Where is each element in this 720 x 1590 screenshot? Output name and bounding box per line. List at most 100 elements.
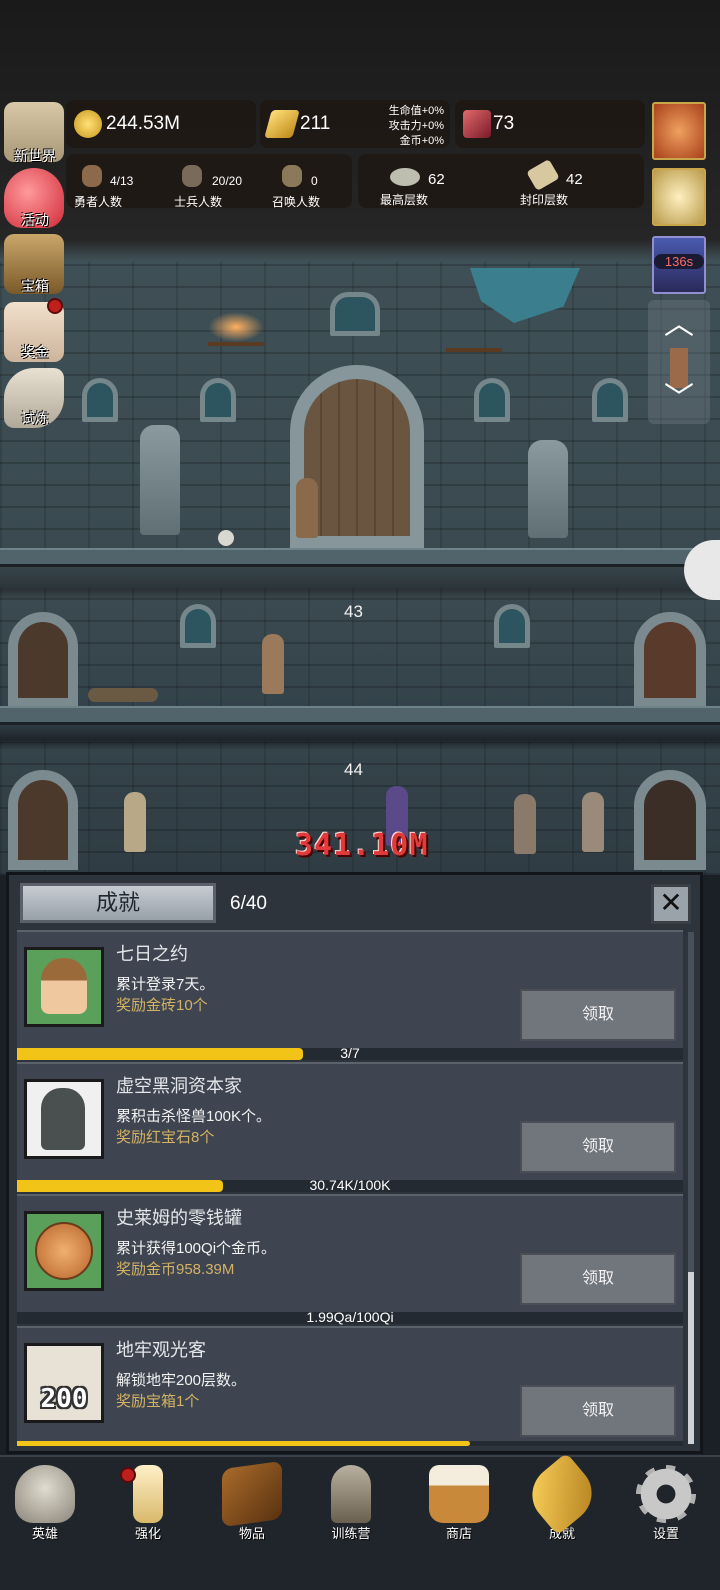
- ruby-counter: 73: [455, 100, 645, 148]
- nav-training[interactable]: 训练营: [311, 1465, 391, 1542]
- dungeon-door: [634, 612, 706, 708]
- attack-bonus: 攻击力+0%: [388, 120, 444, 132]
- bonus-label: 奖金: [21, 344, 49, 360]
- progress-bar: [17, 1441, 683, 1446]
- gold-bonus: 金币+0%: [399, 135, 444, 147]
- knight-statue: [528, 440, 568, 538]
- window: [82, 378, 118, 422]
- hero-character: [262, 634, 284, 694]
- claim-button[interactable]: 领取: [520, 1121, 676, 1173]
- hero-count-value: 4/13: [110, 174, 134, 188]
- nav-heroes[interactable]: 英雄: [5, 1465, 85, 1542]
- achievement-count: 6/40: [230, 893, 267, 914]
- gold-bar-icon: [264, 110, 300, 138]
- soldier-count-icon: [182, 165, 202, 187]
- achievement-card: 200 地牢观光客 解锁地牢200层数。 奖励宝箱1个 领取: [17, 1326, 683, 1444]
- sealed-floor-label: 封印层数: [519, 193, 568, 207]
- summon-count-value: 0: [311, 174, 318, 188]
- progress-text: 3/7: [340, 1045, 360, 1061]
- bonus-stats: 生命值+0% 攻击力+0% 金币+0%: [389, 104, 444, 149]
- progress-fill: [17, 1441, 470, 1446]
- nav-settings[interactable]: 设置: [626, 1465, 706, 1542]
- window: [330, 292, 380, 336]
- gold-coin-icon: [24, 1211, 104, 1291]
- floor-number: 43: [344, 602, 363, 621]
- achievement-desc: 累计登录7天。: [116, 976, 215, 993]
- hero-portrait-icon: [24, 947, 104, 1027]
- achievement-card: 虚空黑洞资本家 累积击杀怪兽100K个。 奖励红宝石8个 领取: [17, 1062, 683, 1180]
- sealed-floor-value: 42: [566, 171, 583, 188]
- knight-statue: [140, 425, 180, 535]
- achievement-card: 史莱姆的零钱罐 累计获得100Qi个金币。 奖励金币958.39M 领取: [17, 1194, 683, 1312]
- achievement-title: 成就: [20, 883, 216, 923]
- fallen-enemy: [88, 688, 158, 702]
- nav-label: 商店: [445, 1526, 472, 1541]
- trial-label: 试炼: [21, 410, 49, 426]
- lantern-icon: [331, 1465, 371, 1523]
- summon-count-icon: [282, 165, 302, 187]
- max-floor-label: 最高层数: [379, 193, 428, 207]
- soldier-character: [514, 794, 536, 854]
- achievement-desc: 解锁地牢200层数。: [116, 1372, 247, 1389]
- hero-count-label: 勇者人数: [73, 195, 122, 209]
- hp-bonus: 生命值+0%: [388, 105, 444, 117]
- window: [592, 378, 628, 422]
- nav-label: 设置: [652, 1526, 679, 1541]
- list-scroll-thumb[interactable]: [688, 1272, 694, 1444]
- dungeon-door: [8, 770, 78, 870]
- floor-scroller: ︿ ﹀: [648, 300, 710, 424]
- skull: [218, 530, 234, 546]
- pumpkin-item-button[interactable]: [652, 102, 706, 160]
- scroll-up-icon[interactable]: ︿: [662, 310, 696, 340]
- gear-icon: [636, 1465, 696, 1523]
- candle-icon: [133, 1465, 163, 1523]
- achievement-title-text: 虚空黑洞资本家: [116, 1076, 242, 1096]
- achievement-title-text: 史莱姆的零钱罐: [116, 1208, 242, 1228]
- scroll-down-icon[interactable]: ﹀: [662, 384, 696, 414]
- achievement-reward: 奖励宝箱1个: [116, 1393, 200, 1410]
- achievement-title-text: 地牢观光客: [116, 1340, 206, 1360]
- hero-count-icon: [82, 165, 102, 187]
- nav-label: 训练营: [331, 1526, 371, 1541]
- damage-number: 341.10M: [295, 828, 429, 863]
- soldier-character: [582, 792, 604, 852]
- progress-bar: 3/7: [17, 1045, 683, 1061]
- gold-counter: 244.53M: [66, 100, 256, 148]
- summon-count-label: 召唤人数: [271, 195, 320, 209]
- claim-button[interactable]: 领取: [520, 1385, 676, 1437]
- skeleton-enemy: [124, 792, 146, 852]
- map-scroll-icon: 200: [24, 1343, 104, 1423]
- claim-button[interactable]: 领取: [520, 989, 676, 1041]
- floor-ledge: [0, 706, 720, 725]
- candle-item-button[interactable]: [652, 168, 706, 226]
- floor-ledge: [0, 548, 720, 567]
- nav-label: 强化: [134, 1526, 161, 1541]
- chandelier: [446, 318, 502, 352]
- treasure-label: 宝箱: [21, 278, 49, 294]
- soldier-count-value: 20/20: [212, 174, 243, 188]
- achievement-reward: 奖励金砖10个: [116, 997, 208, 1014]
- hero-character: [296, 478, 318, 538]
- floor-number: 44: [344, 760, 363, 779]
- achievement-title-text: 七日之约: [116, 944, 188, 964]
- nav-shop[interactable]: 商店: [419, 1465, 499, 1542]
- gold-value: 244.53M: [106, 113, 180, 134]
- achievement-desc: 累计获得100Qi个金币。: [116, 1240, 277, 1257]
- soldier-count-label: 士兵人数: [173, 195, 222, 209]
- beer-mug-icon: [429, 1465, 489, 1523]
- event-label: 活动: [21, 212, 49, 228]
- ruby-icon: [463, 110, 491, 138]
- close-icon[interactable]: ✕: [651, 884, 691, 924]
- achievement-card: 七日之约 累计登录7天。 奖励金砖10个 领取: [17, 930, 683, 1048]
- progress-text: 30.74K/100K: [309, 1177, 391, 1193]
- nav-items[interactable]: 物品: [212, 1460, 292, 1542]
- nav-achievements[interactable]: 成就: [520, 1452, 604, 1542]
- claim-button[interactable]: 领取: [520, 1253, 676, 1305]
- nav-label: 英雄: [31, 1526, 58, 1541]
- progress-bar: 30.74K/100K: [17, 1177, 683, 1193]
- cooldown-timer: 136s: [654, 254, 704, 269]
- new-world-label: 新世界: [14, 148, 56, 164]
- chandelier-lit: [208, 312, 264, 346]
- window: [200, 378, 236, 422]
- stone-icon: [390, 168, 420, 186]
